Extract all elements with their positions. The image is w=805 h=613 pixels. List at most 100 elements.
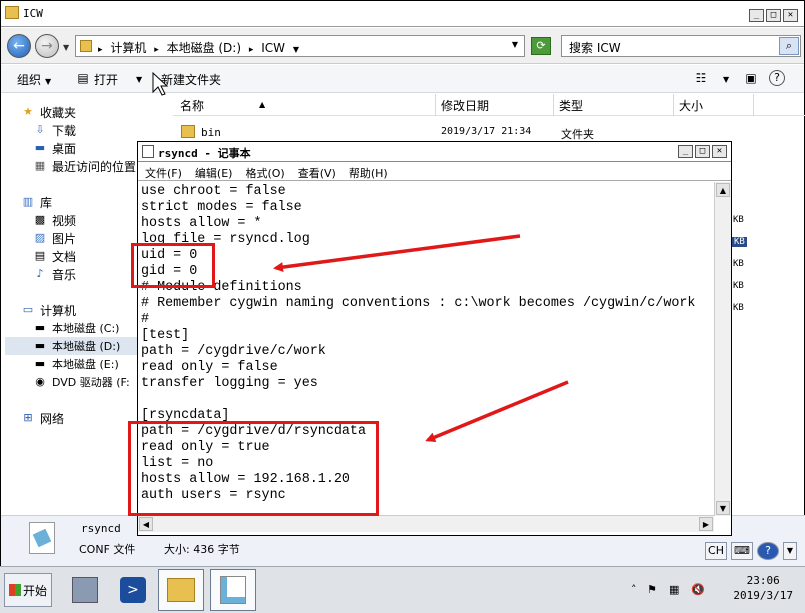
nav-recent[interactable]: ▦ 最近访问的位置 [33, 157, 136, 175]
search-placeholder: 搜索 ICW [569, 41, 621, 55]
column-name[interactable]: 名称 [180, 97, 204, 114]
notepad-window-controls: _ □ ✕ [676, 145, 727, 158]
maximize-button[interactable]: □ [766, 9, 781, 22]
minimize-button[interactable]: _ [678, 145, 693, 158]
nav-pictures[interactable]: ▨ 图片 [33, 229, 76, 247]
picture-icon: ▨ [34, 231, 46, 244]
menu-format[interactable]: 格式(O) [245, 165, 284, 180]
highlight-box-uid-gid [131, 243, 215, 288]
text-line: use chroot = false [141, 184, 286, 199]
close-button[interactable]: ✕ [712, 145, 727, 158]
start-button[interactable]: 开始 [4, 573, 52, 607]
nav-videos[interactable]: ▩ 视频 [33, 211, 76, 229]
notepad-icon [142, 145, 154, 158]
help-icon[interactable]: ? [769, 70, 785, 86]
taskbar-notepad[interactable] [210, 569, 256, 611]
text-line: transfer logging = yes [141, 376, 318, 391]
close-button[interactable]: ✕ [783, 9, 798, 22]
column-modified[interactable]: 修改日期 [441, 97, 489, 114]
menu-edit[interactable]: 编辑(E) [195, 165, 233, 180]
ime-indicator[interactable]: CH [705, 542, 727, 560]
scroll-right-arrow[interactable]: ▶ [699, 517, 713, 531]
network-status-icon[interactable]: ▦ [669, 583, 679, 596]
column-type[interactable]: 类型 [559, 97, 583, 114]
nav-disk-e[interactable]: ▬ 本地磁盘 (E:) [33, 355, 119, 373]
text-line: hosts allow = * [141, 216, 262, 231]
breadcrumb-disk-d[interactable]: 本地磁盘 (D:) [167, 41, 241, 55]
show-hidden-icons[interactable]: ˄ [631, 583, 637, 596]
nav-computer[interactable]: ▭ 计算机 [21, 301, 76, 319]
column-size[interactable]: 大小 [679, 97, 703, 114]
clock[interactable]: 23:06 2019/3/17 [733, 573, 793, 603]
language-bar: CH ⌨ ? ▼ [705, 540, 805, 562]
folder-icon [5, 6, 19, 19]
menu-file[interactable]: 文件(F) [145, 165, 182, 180]
breadcrumb-icw[interactable]: ICW [261, 41, 285, 55]
vertical-scrollbar[interactable]: ▲ ▼ [714, 182, 731, 516]
drive-icon: ▬ [34, 357, 46, 370]
view-options-icon[interactable]: ☷ [693, 70, 709, 86]
nav-downloads[interactable]: ⇩ 下载 [33, 121, 76, 139]
nav-disk-d[interactable]: ▬ 本地磁盘 (D:) [5, 337, 138, 355]
nav-music[interactable]: ♪ 音乐 [33, 265, 76, 283]
minimize-button[interactable]: _ [749, 9, 764, 22]
menu-help[interactable]: 帮助(H) [349, 165, 388, 180]
folder-icon [181, 125, 195, 138]
taskbar-explorer[interactable] [158, 569, 204, 611]
text-line: path = /cygdrive/c/work [141, 344, 326, 359]
file-modified: 2019/3/17 21:34 [441, 126, 532, 137]
address-bar-row: ← → ▼ ▸ 计算机 ▸ 本地磁盘 (D:) ▸ ICW ▼ ▼ ⟳ 搜索 I… [1, 28, 804, 64]
video-icon: ▩ [34, 213, 46, 226]
nav-documents[interactable]: ▤ 文档 [33, 247, 76, 265]
nav-network[interactable]: ⊞ 网络 [21, 409, 64, 427]
scroll-left-arrow[interactable]: ◀ [139, 517, 153, 531]
chevron-down-icon[interactable]: ▼ [783, 542, 797, 560]
search-input[interactable]: 搜索 ICW ⌕ [561, 35, 801, 57]
notepad-titlebar[interactable]: rsyncd - 记事本 _ □ ✕ [138, 142, 731, 162]
menu-view[interactable]: 查看(V) [298, 165, 336, 180]
forward-button[interactable]: → [35, 34, 59, 58]
search-icon[interactable]: ⌕ [779, 37, 799, 55]
network-icon: ⊞ [23, 411, 33, 424]
text-line: # [141, 312, 150, 327]
music-icon: ♪ [36, 267, 44, 280]
breadcrumb-computer[interactable]: 计算机 [110, 41, 146, 55]
nav-dvd[interactable]: ◉ DVD 驱动器 (F: [33, 373, 130, 391]
text-line: read only = false [141, 360, 278, 375]
help-icon[interactable]: ? [757, 542, 779, 560]
horizontal-scrollbar[interactable]: ◀ ▶ [138, 515, 714, 532]
explorer-titlebar[interactable]: ICW _ □ ✕ [1, 1, 804, 27]
taskbar-powershell[interactable]: > [110, 569, 156, 611]
view-dropdown[interactable]: ▼ [719, 71, 729, 85]
column-headers: 名称 ▲ 修改日期 类型 大小 [173, 94, 805, 116]
nav-favorites[interactable]: ★ 收藏夹 [21, 103, 76, 121]
history-dropdown-icon[interactable]: ▼ [63, 43, 69, 52]
volume-muted-icon[interactable]: 🔇 [691, 583, 705, 596]
text-line: # Module definitions [141, 280, 302, 295]
nav-disk-c[interactable]: ▬ 本地磁盘 (C:) [33, 319, 120, 337]
flag-icon[interactable]: ⚑ [647, 583, 657, 596]
back-button[interactable]: ← [7, 34, 31, 58]
maximize-button[interactable]: □ [695, 145, 710, 158]
open-dropdown[interactable]: ▼ [132, 71, 142, 85]
organize-button[interactable]: 组织 ▼ [17, 71, 51, 88]
keyboard-icon[interactable]: ⌨ [731, 542, 753, 560]
text-line: gid = 0 [141, 264, 198, 279]
open-button[interactable]: 打开 [94, 71, 118, 88]
taskbar-server-manager[interactable] [62, 569, 108, 611]
command-bar: 组织 ▼ ▤ 打开 ▼ 新建文件夹 ☷ ▼ ▣ ? [1, 65, 804, 93]
scroll-up-arrow[interactable]: ▲ [716, 183, 730, 197]
nav-desktop[interactable]: ▬ 桌面 [33, 139, 76, 157]
chevron-down-icon[interactable]: ▼ [512, 40, 518, 49]
scroll-down-arrow[interactable]: ▼ [716, 501, 730, 515]
clock-date: 2019/3/17 [733, 589, 793, 602]
preview-pane-icon[interactable]: ▣ [743, 70, 759, 86]
details-file-size: 大小: 436 字节 [164, 543, 240, 556]
address-field[interactable]: ▸ 计算机 ▸ 本地磁盘 (D:) ▸ ICW ▼ ▼ [75, 35, 525, 57]
nav-libraries[interactable]: ▥ 库 [21, 193, 52, 211]
new-folder-button[interactable]: 新建文件夹 [161, 71, 221, 88]
file-type: 文件夹 [561, 128, 594, 141]
details-file-name: rsyncd [81, 522, 121, 535]
file-row[interactable]: bin 2019/3/17 21:34 文件夹 [179, 124, 699, 142]
refresh-button[interactable]: ⟳ [531, 37, 551, 55]
